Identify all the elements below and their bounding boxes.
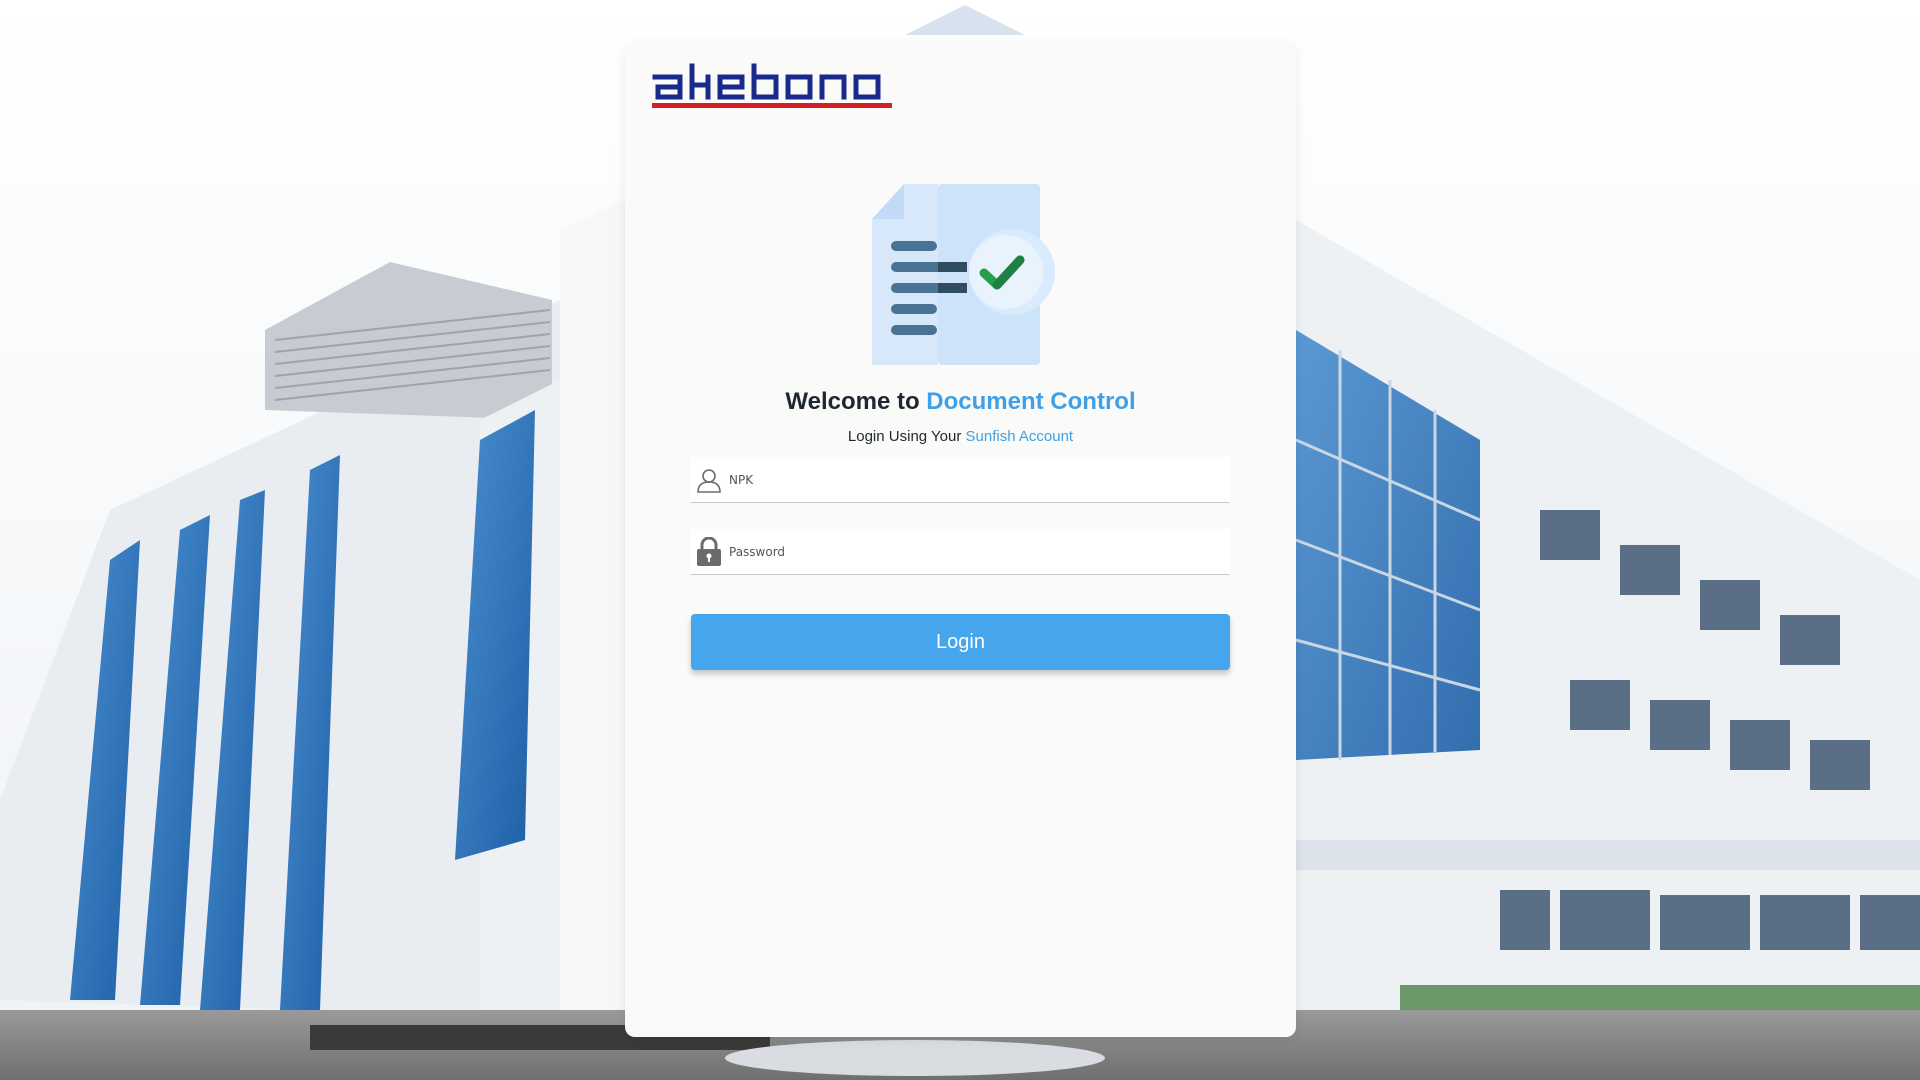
user-icon	[691, 457, 727, 503]
npk-input[interactable]	[727, 457, 1230, 502]
document-check-icon	[872, 184, 1055, 365]
subtitle-highlight: Sunfish Account	[965, 428, 1074, 445]
login-button[interactable]: Login	[691, 614, 1230, 670]
welcome-highlight: Document Control	[926, 388, 1136, 415]
password-field	[691, 529, 1230, 575]
subtitle-prefix: Login Using Your	[847, 428, 962, 445]
akebono-logo	[652, 63, 892, 108]
welcome-prefix: Welcome to	[785, 388, 920, 415]
lock-icon	[691, 529, 727, 575]
password-input[interactable]	[727, 529, 1230, 574]
npk-field	[691, 457, 1230, 503]
login-card: Welcome to Document Control Login Using …	[625, 43, 1296, 1037]
welcome-heading: Welcome to Document Control	[625, 388, 1296, 416]
login-subtitle: Login Using Your Sunfish Account	[625, 428, 1296, 445]
